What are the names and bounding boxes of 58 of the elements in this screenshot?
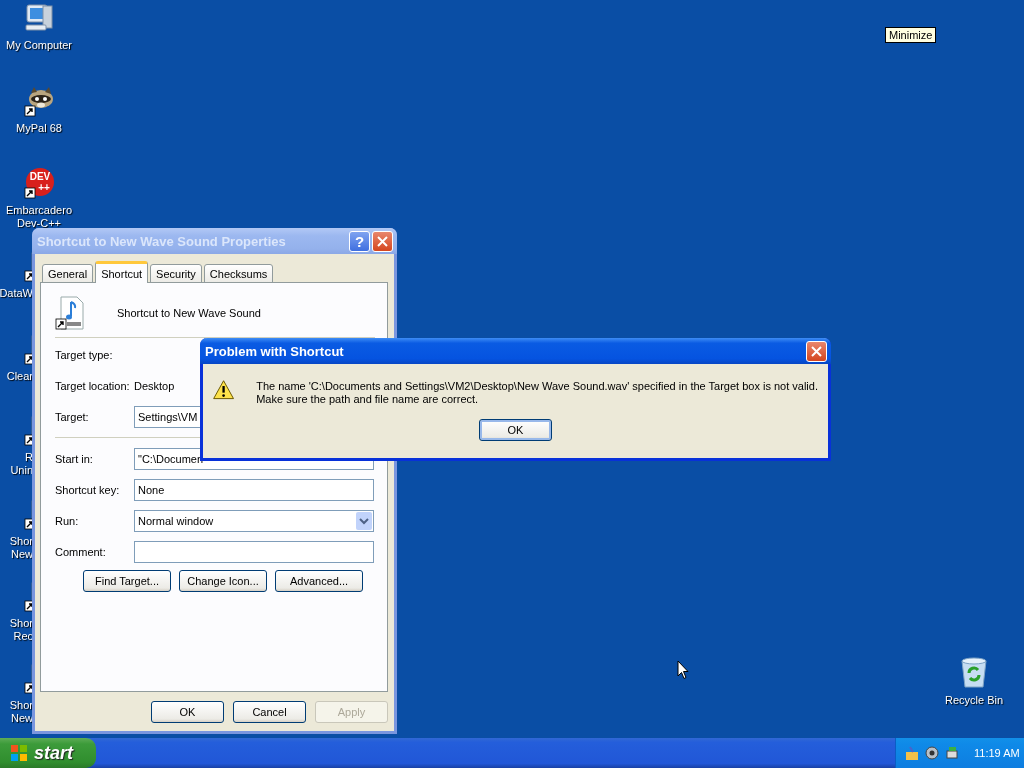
dropdown-field[interactable]: Normal window — [134, 510, 374, 532]
icon-label[interactable]: DataW — [0, 287, 33, 300]
start-button[interactable]: start — [0, 738, 96, 768]
dialog-button[interactable]: OK — [151, 701, 224, 723]
window-title: Shortcut to New Wave Sound Properties — [37, 233, 287, 249]
recycle-bin-icon[interactable] — [959, 657, 989, 689]
text-field[interactable]: None — [134, 479, 374, 501]
dev-icon[interactable]: DEV ++ — [23, 167, 55, 199]
field-label: Shortcut key: — [55, 484, 120, 496]
icon-label[interactable]: New — [11, 712, 33, 725]
icon-label[interactable]: New — [11, 548, 33, 561]
icon-label[interactable]: Shor — [9, 699, 33, 712]
file-name: Shortcut to New Wave Sound — [117, 307, 261, 319]
speaker-icon[interactable] — [924, 745, 940, 761]
text-field[interactable] — [134, 541, 374, 563]
icon-label[interactable]: Shor — [9, 617, 33, 630]
icon-label[interactable]: Shor — [9, 535, 33, 548]
error-message: The name 'C:\Documents and Settings\VM2\Desktop\New Wave Sound.wav' specified in the Target box is not valid. Make sure the path and file name are correct. — [256, 380, 818, 406]
tray-app-icon[interactable] — [904, 745, 920, 761]
cursor-icon — [677, 660, 689, 680]
icon-label[interactable]: Rec — [13, 630, 33, 643]
close-button[interactable] — [806, 340, 827, 362]
icon-label[interactable]: My Computer — [6, 39, 72, 52]
chevron-down-icon[interactable] — [356, 512, 372, 530]
icon-label[interactable]: MyPal 68 — [16, 122, 62, 135]
icon-label[interactable]: Dev-C++ — [17, 217, 61, 230]
field-value: Desktop — [134, 380, 175, 392]
close-button[interactable] — [372, 230, 393, 252]
field-label: Target: — [55, 411, 89, 423]
field-label: Run: — [55, 515, 79, 527]
flag-icon[interactable] — [10, 744, 28, 762]
clock: 11:19 AM — [974, 747, 1020, 759]
computer-icon[interactable] — [23, 2, 55, 34]
tab[interactable]: Checksums — [203, 264, 274, 283]
icon-label[interactable]: R — [25, 451, 33, 464]
dialog-title: Problem with Shortcut — [205, 343, 345, 359]
icon-label[interactable]: Recycle Bin — [944, 694, 1004, 707]
action-button[interactable]: Advanced... — [275, 570, 363, 592]
network-icon[interactable] — [944, 745, 960, 761]
tab[interactable]: General — [42, 264, 94, 283]
action-button[interactable]: Change Icon... — [179, 570, 267, 592]
action-button[interactable]: Find Target... — [83, 570, 171, 592]
dialog-button[interactable]: Cancel — [233, 701, 306, 723]
tooltip: Minimize — [885, 27, 937, 43]
sound-file-icon — [55, 296, 87, 330]
raccoon-icon[interactable] — [23, 85, 55, 117]
tab[interactable]: Shortcut — [95, 261, 149, 283]
close-icon[interactable] — [811, 345, 822, 357]
field-label: Target type: — [55, 349, 113, 361]
tab[interactable]: Security — [150, 264, 202, 283]
icon-label[interactable]: Clear — [6, 370, 33, 383]
field-label: Target location: — [55, 380, 130, 392]
icon-label[interactable]: Embarcadero — [5, 204, 72, 217]
close-icon[interactable] — [377, 235, 388, 247]
field-label: Comment: — [55, 546, 106, 558]
icon-label[interactable]: Unin — [10, 464, 33, 477]
ok-button[interactable]: OK — [479, 419, 552, 441]
field-label: Start in: — [55, 453, 93, 465]
